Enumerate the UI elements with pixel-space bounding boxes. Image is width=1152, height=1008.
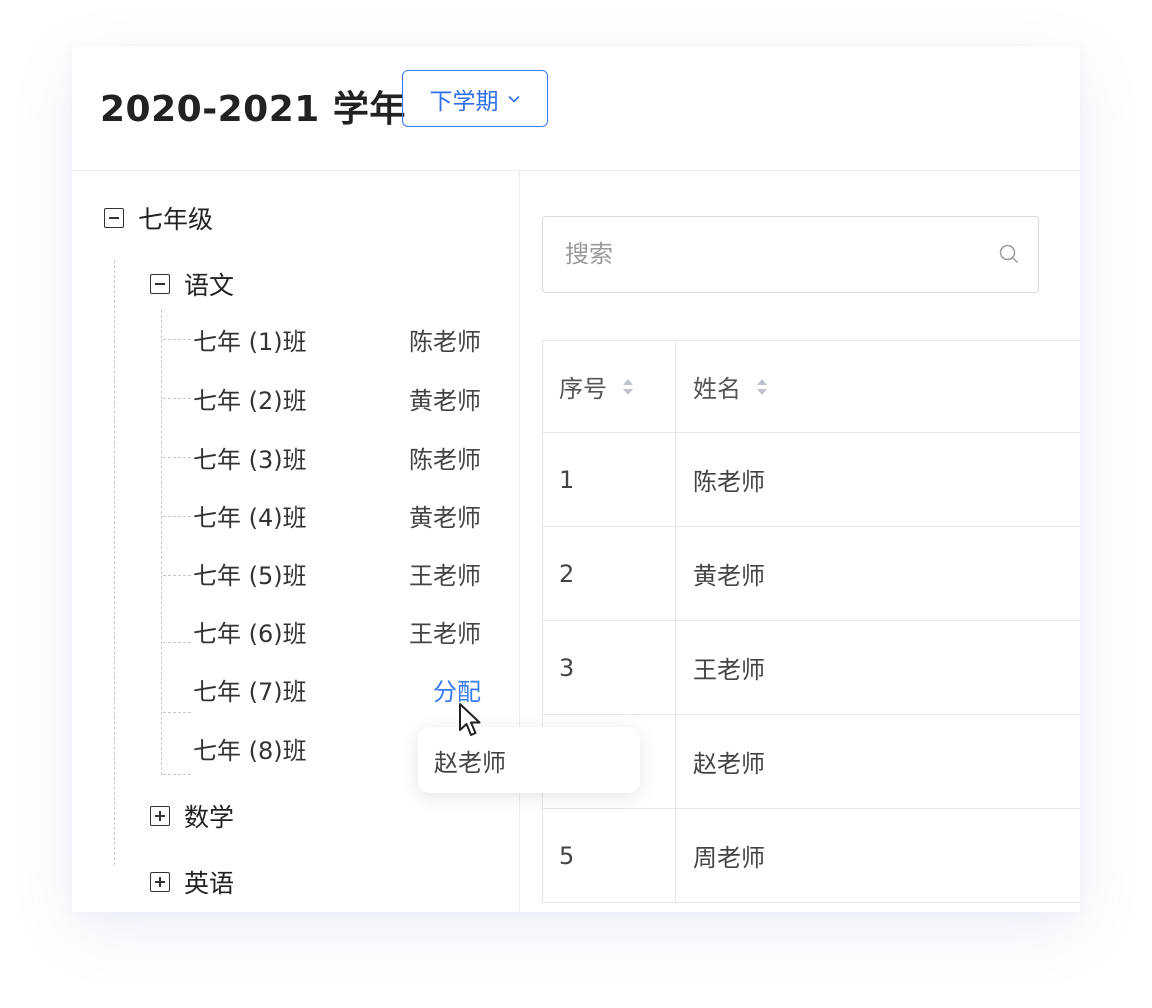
class-teacher[interactable]: 陈老师 [409, 440, 481, 475]
mouse-cursor-icon [459, 703, 481, 736]
tree-connector [163, 712, 191, 713]
tree-connector [163, 339, 191, 340]
chevron-down-icon [507, 95, 520, 103]
tree-guide-line [114, 260, 115, 865]
table-cell-name: 陈老师 [693, 468, 765, 496]
page-title: 2020-2021 学年 [100, 89, 406, 130]
table-cell-index: 2 [543, 527, 676, 620]
table-row[interactable]: 1 陈老师 [543, 433, 1080, 527]
plus-square-icon[interactable] [150, 806, 170, 826]
sort-icon[interactable] [755, 376, 769, 398]
table-header-row: 序号 姓名 [543, 341, 1080, 433]
minus-square-icon[interactable] [150, 274, 170, 294]
tree-node-label: 数学 [184, 803, 235, 832]
class-teacher[interactable]: 黄老师 [409, 381, 481, 416]
search-icon[interactable] [998, 243, 1020, 265]
class-teacher[interactable]: 王老师 [409, 556, 481, 591]
class-teacher[interactable]: 王老师 [409, 614, 481, 649]
table-cell-name: 赵老师 [693, 750, 765, 778]
column-header-name[interactable]: 姓名 [676, 341, 1080, 432]
search-input[interactable] [543, 217, 983, 291]
class-name[interactable]: 七年 (3)班 [193, 440, 307, 475]
header: 2020-2021 学年 下学期 [72, 46, 1080, 171]
table-cell-name: 周老师 [693, 844, 765, 872]
class-name[interactable]: 七年 (7)班 [193, 672, 307, 707]
tree-node-grade-7[interactable]: 七年级 [104, 200, 213, 236]
class-name[interactable]: 七年 (5)班 [193, 556, 307, 591]
tree-node-subject-math[interactable]: 数学 [150, 798, 234, 834]
tree-connector [163, 774, 191, 775]
table-row[interactable]: 5 周老师 [543, 809, 1080, 903]
class-name[interactable]: 七年 (2)班 [193, 381, 307, 416]
teacher-option[interactable]: 赵老师 [434, 743, 506, 778]
class-name[interactable]: 七年 (6)班 [193, 614, 307, 649]
plus-square-icon[interactable] [150, 872, 170, 892]
table-cell-index: 5 [543, 809, 676, 902]
teacher-assignment-card: 2020-2021 学年 下学期 七年级 语文 七年 (1)班 陈老师 七年 (… [72, 46, 1080, 912]
tree-node-label: 七年级 [138, 205, 214, 234]
table-row[interactable]: 3 王老师 [543, 621, 1080, 715]
table-cell-name: 王老师 [693, 656, 765, 684]
class-teacher[interactable]: 陈老师 [409, 322, 481, 357]
tree-node-subject-english[interactable]: 英语 [150, 864, 234, 900]
tree-connector [163, 398, 191, 399]
sort-icon[interactable] [621, 376, 635, 398]
tree-node-label: 英语 [184, 869, 235, 898]
tree-node-subject-chinese[interactable]: 语文 [150, 266, 234, 302]
column-header-label: 序号 [559, 375, 607, 403]
column-header-label: 姓名 [693, 375, 741, 403]
table-row[interactable]: 2 黄老师 [543, 527, 1080, 621]
class-tree-panel: 七年级 语文 七年 (1)班 陈老师 七年 (2)班 黄老师 七年 (3)班 陈… [72, 170, 520, 912]
tree-connector [163, 457, 191, 458]
class-name[interactable]: 七年 (4)班 [193, 498, 307, 533]
minus-square-icon[interactable] [104, 208, 124, 228]
tree-guide-line [161, 310, 162, 775]
term-select-value: 下学期 [429, 88, 499, 115]
teacher-table: 序号 姓名 1 陈老师 2 黄老师 3 王老师 赵老师 5 周老师 [542, 340, 1080, 903]
table-cell-name: 黄老师 [693, 562, 765, 590]
class-teacher[interactable]: 黄老师 [409, 498, 481, 533]
tree-connector [163, 516, 191, 517]
tree-connector [163, 642, 191, 643]
table-cell-index: 1 [543, 433, 676, 526]
column-header-index[interactable]: 序号 [543, 341, 676, 432]
term-select[interactable]: 下学期 [402, 70, 548, 127]
class-name[interactable]: 七年 (1)班 [193, 322, 307, 357]
search-box[interactable] [542, 216, 1039, 293]
teacher-option-popup[interactable]: 赵老师 [418, 727, 640, 793]
tree-node-label: 语文 [184, 271, 235, 300]
table-cell-index: 3 [543, 621, 676, 714]
tree-connector [163, 575, 191, 576]
class-name[interactable]: 七年 (8)班 [193, 731, 307, 766]
